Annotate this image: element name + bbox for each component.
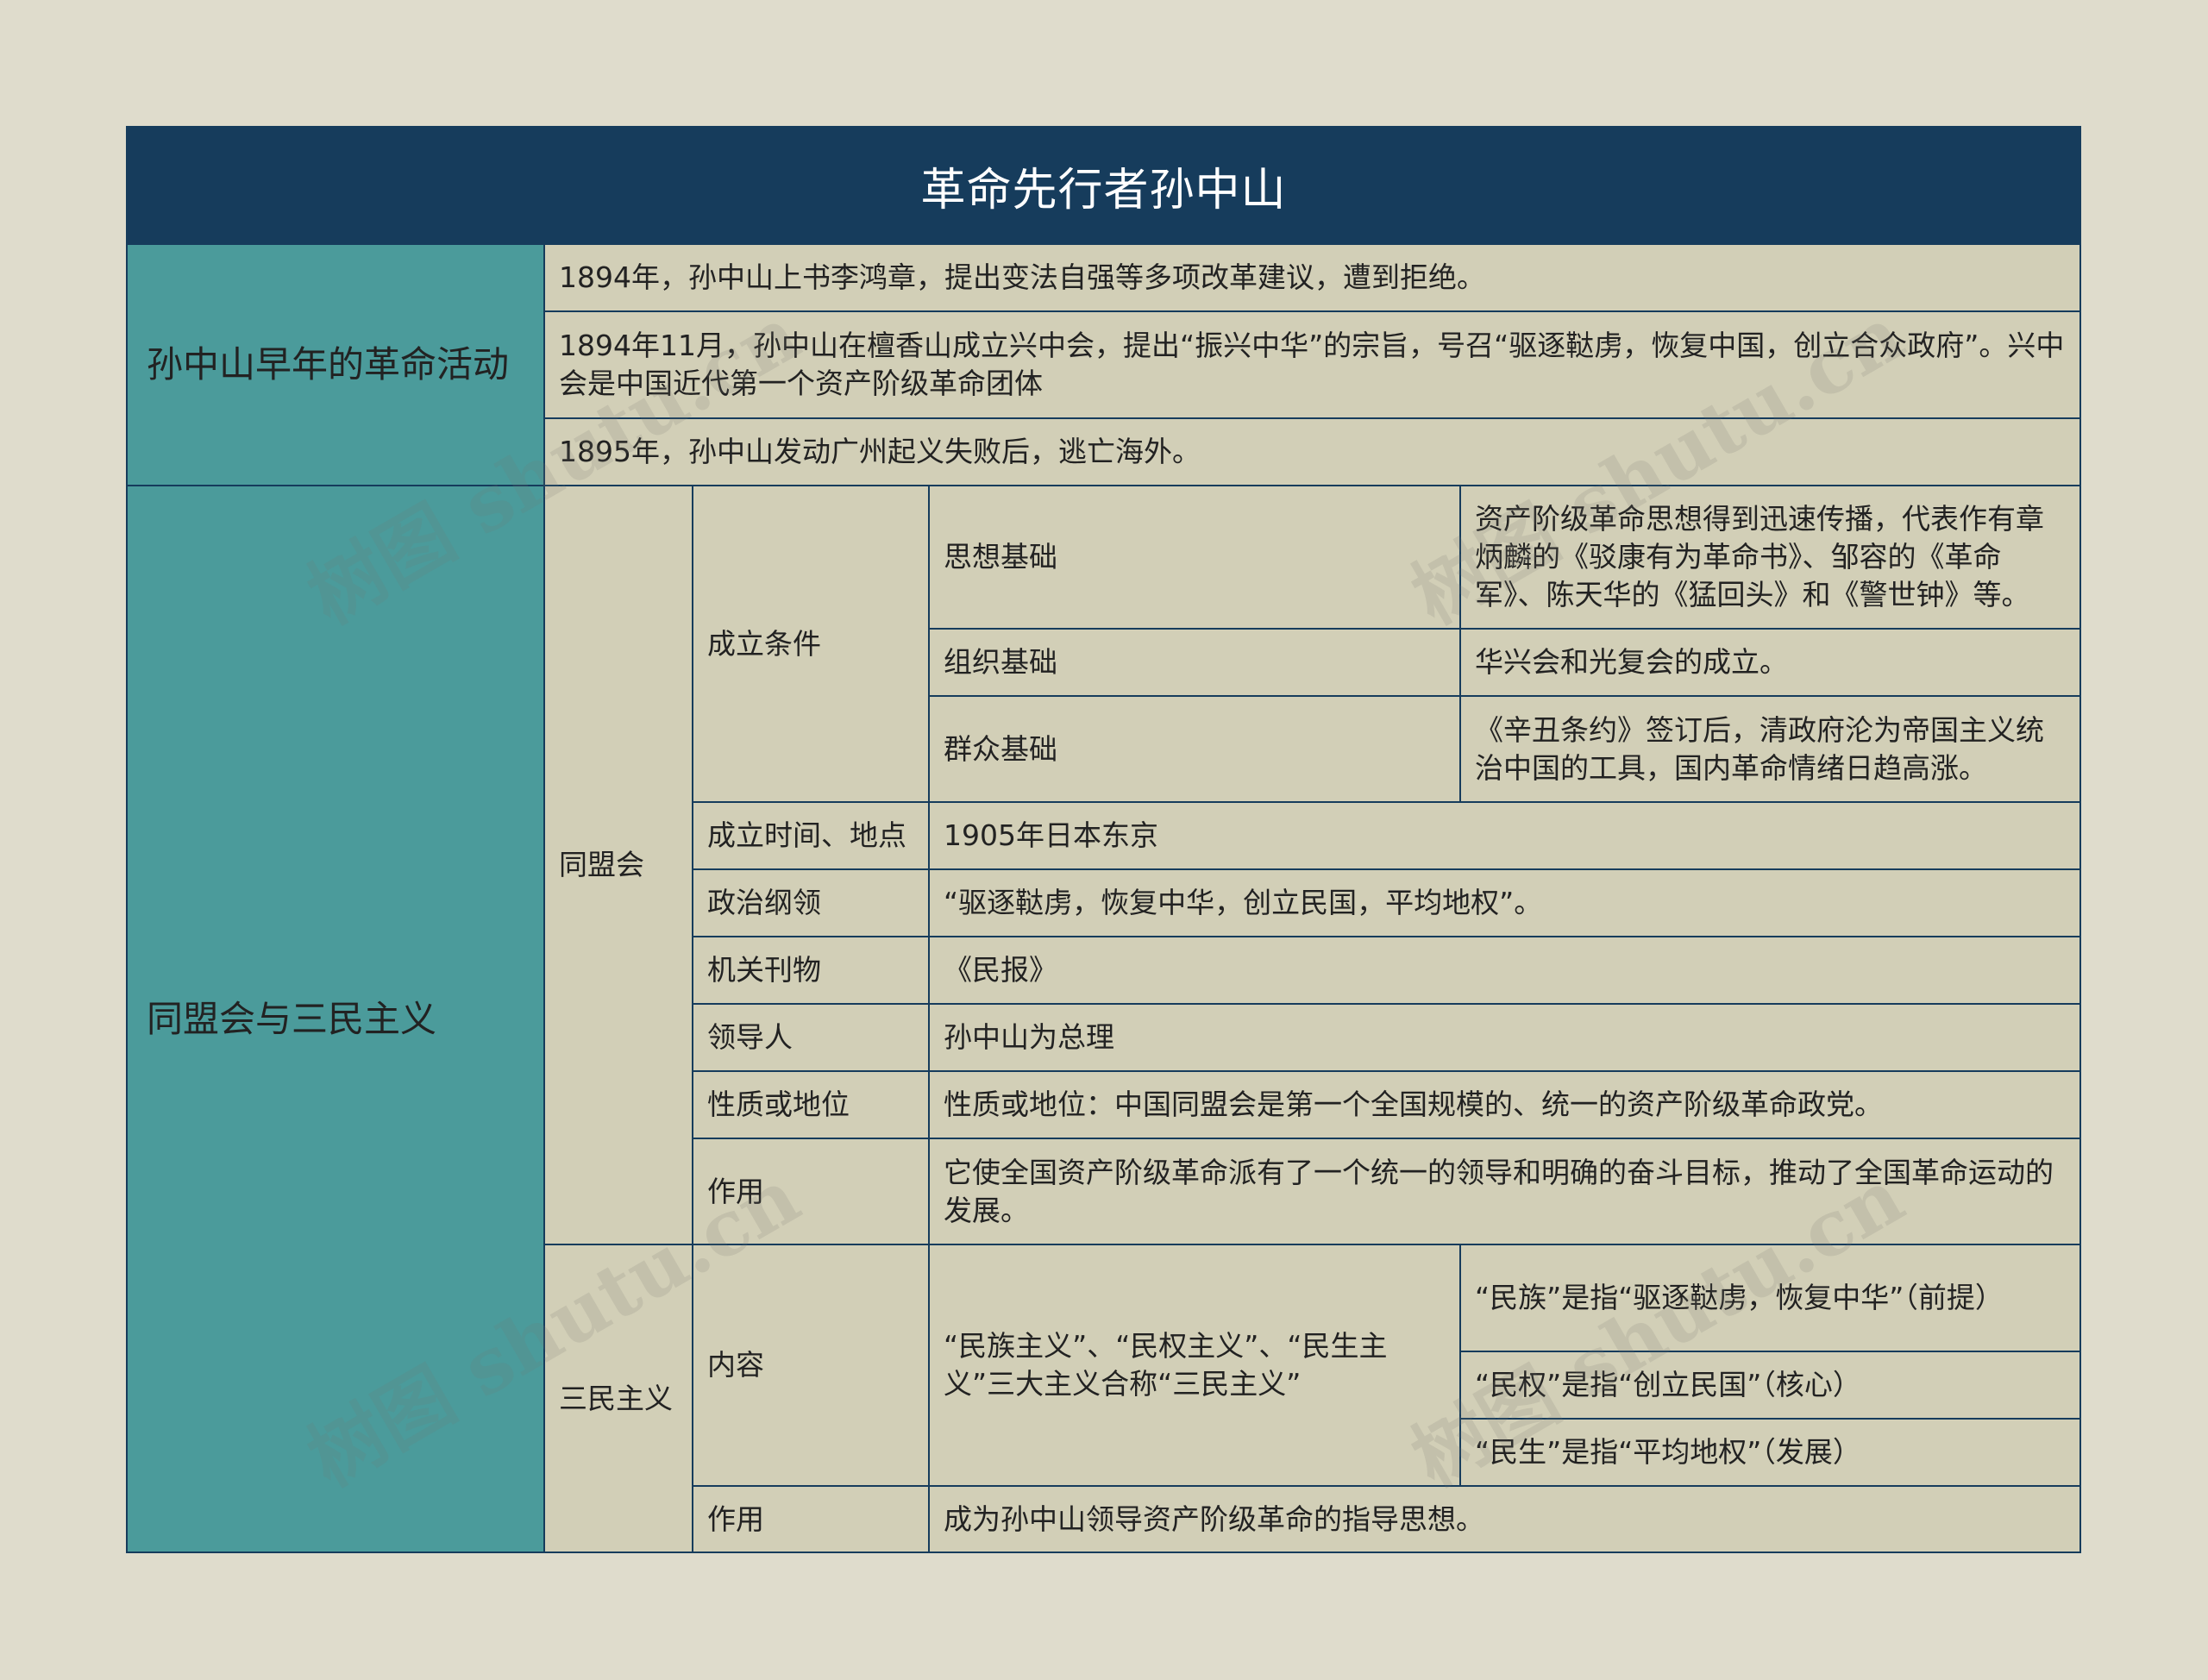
content-item: “民权”是指“创立民国”（核心） bbox=[1459, 1351, 2081, 1420]
content-item: “民生”是指“平均地权”（发展） bbox=[1459, 1418, 2081, 1487]
effect-name: 作用 bbox=[692, 1485, 930, 1553]
condition-name: 群众基础 bbox=[928, 695, 1461, 803]
attr-name: 成立时间、地点 bbox=[692, 801, 930, 870]
attr-desc: 性质或地位：中国同盟会是第一个全国规模的、统一的资产阶级革命政党。 bbox=[928, 1070, 2081, 1139]
content-summary: “民族主义”、“民权主义”、“民生主义”三大主义合称“三民主义” bbox=[928, 1244, 1461, 1487]
tongmenghui-label: 同盟会 bbox=[543, 485, 693, 1245]
attr-name: 性质或地位 bbox=[692, 1070, 930, 1139]
condition-desc: 华兴会和光复会的成立。 bbox=[1459, 628, 2081, 697]
content-item: “民族”是指“驱逐鞑虏，恢复中华”（前提） bbox=[1459, 1244, 2081, 1352]
page-title: 革命先行者孙中山 bbox=[126, 126, 2081, 245]
effect-desc: 成为孙中山领导资产阶级革命的指导思想。 bbox=[928, 1485, 2081, 1553]
attr-name: 政治纲领 bbox=[692, 868, 930, 937]
attr-desc: 它使全国资产阶级革命派有了一个统一的领导和明确的奋斗目标，推动了全国革命运动的发… bbox=[928, 1138, 2081, 1245]
condition-desc: 资产阶级革命思想得到迅速传播，代表作有章炳麟的《驳康有为革命书》、邹容的《革命军… bbox=[1459, 485, 2081, 630]
early-item-3: 1895年，孙中山发动广州起义失败后，逃亡海外。 bbox=[543, 417, 2081, 486]
attr-name: 领导人 bbox=[692, 1003, 930, 1072]
condition-name: 组织基础 bbox=[928, 628, 1461, 697]
attr-desc: 《民报》 bbox=[928, 936, 2081, 1005]
attr-name: 作用 bbox=[692, 1138, 930, 1245]
early-item-2: 1894年11月，孙中山在檀香山成立兴中会，提出“振兴中华”的宗旨，号召“驱逐鞑… bbox=[543, 310, 2081, 419]
attr-desc: 1905年日本东京 bbox=[928, 801, 2081, 870]
condition-desc: 《辛丑条约》签订后，清政府沦为帝国主义统治中国的工具，国内革命情绪日趋高涨。 bbox=[1459, 695, 2081, 803]
attr-name: 机关刊物 bbox=[692, 936, 930, 1005]
section-tongmenghui-sanmin: 同盟会与三民主义 bbox=[126, 485, 545, 1553]
conditions-label: 成立条件 bbox=[692, 485, 930, 803]
condition-name: 思想基础 bbox=[928, 485, 1461, 630]
section-early-activities: 孙中山早年的革命活动 bbox=[126, 243, 545, 486]
early-item-1: 1894年，孙中山上书李鸿章，提出变法自强等多项改革建议，遭到拒绝。 bbox=[543, 243, 2081, 312]
attr-desc: “驱逐鞑虏，恢复中华，创立民国，平均地权”。 bbox=[928, 868, 2081, 937]
attr-desc: 孙中山为总理 bbox=[928, 1003, 2081, 1072]
sanmin-label: 三民主义 bbox=[543, 1244, 693, 1553]
content-label: 内容 bbox=[692, 1244, 930, 1487]
